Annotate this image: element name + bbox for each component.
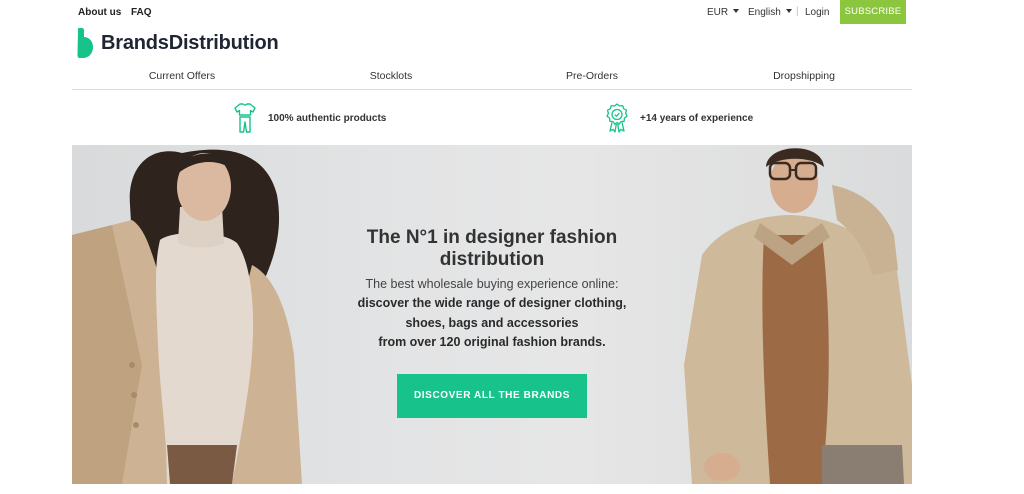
nav-item-stocklots[interactable]: Stocklots	[370, 70, 413, 82]
language-value: English	[748, 7, 781, 18]
female-model-image	[72, 149, 302, 484]
login-link[interactable]: Login	[805, 7, 829, 18]
feature-authentic: 100% authentic products	[232, 102, 386, 134]
feature-experience-label: +14 years of experience	[640, 112, 754, 124]
nav-item-current-offers[interactable]: Current Offers	[149, 70, 215, 82]
subscribe-button[interactable]: SUBSCRIBE	[840, 0, 906, 24]
hero-subtitle: The best wholesale buying experience onl…	[365, 277, 619, 291]
male-model-image	[684, 148, 912, 484]
nav-item-pre-orders[interactable]: Pre-Orders	[566, 70, 618, 82]
logo-mark-icon	[77, 28, 93, 58]
hero-description-line: from over 120 original fashion brands.	[378, 335, 606, 349]
hero-description-line: shoes, bags and accessories	[405, 316, 579, 330]
currency-selector[interactable]: EUR	[707, 7, 740, 18]
brand-name: BrandsDistribution	[101, 31, 279, 54]
main-nav: Current Offers Stocklots Pre-Orders Drop…	[72, 66, 912, 90]
faq-link[interactable]: FAQ	[131, 7, 152, 18]
top-bar: About us FAQ EUR English | Login SUBSCRI…	[0, 0, 1024, 24]
language-selector[interactable]: English	[748, 7, 792, 18]
about-us-link[interactable]: About us	[78, 7, 121, 18]
feature-experience: +14 years of experience	[604, 102, 753, 134]
brand-logo[interactable]: BrandsDistribution	[76, 28, 279, 58]
currency-value: EUR	[707, 7, 729, 18]
clothing-icon	[234, 103, 256, 133]
award-ribbon-icon	[606, 103, 628, 133]
hero-description-line: discover the wide range of designer clot…	[357, 296, 627, 310]
chevron-down-icon	[733, 9, 740, 14]
nav-item-dropshipping[interactable]: Dropshipping	[773, 70, 835, 82]
hero-title: The N°1 in designer fashion distribution	[366, 227, 618, 270]
hero-banner: The N°1 in designer fashion distribution…	[72, 145, 912, 484]
separator: |	[796, 6, 799, 17]
feature-authentic-label: 100% authentic products	[268, 112, 387, 124]
discover-brands-button[interactable]: DISCOVER ALL THE BRANDS	[397, 374, 587, 418]
chevron-down-icon	[785, 9, 792, 14]
